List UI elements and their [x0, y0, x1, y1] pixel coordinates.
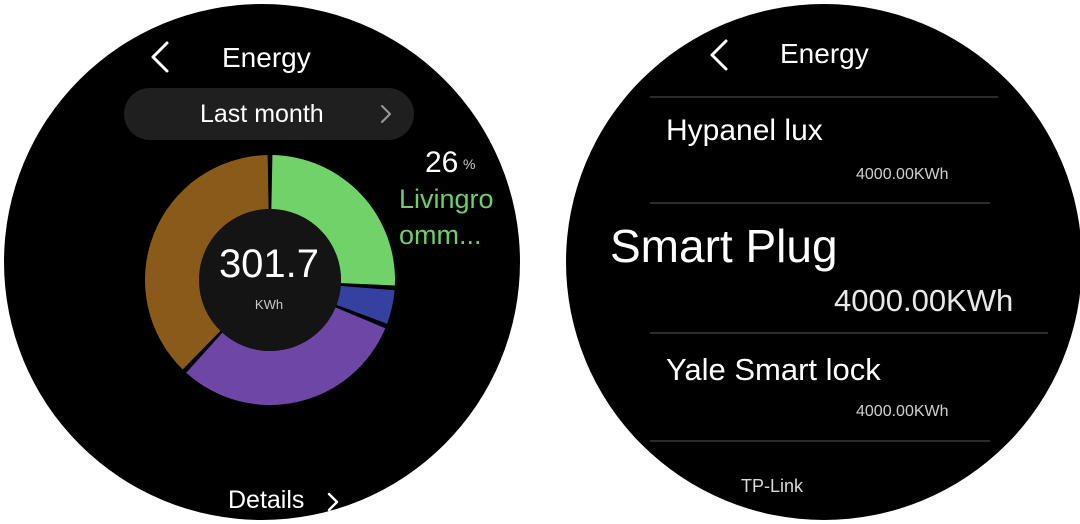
page-title: Energy	[780, 38, 869, 69]
total-energy-unit: KWh	[254, 297, 284, 312]
divider	[650, 332, 1048, 334]
divider	[650, 440, 990, 442]
device-list-screen: Energy Hypanel lux 4000.00KWh Smart Plug…	[566, 4, 1080, 520]
chevron-right-icon[interactable]	[326, 490, 340, 514]
device-name: Smart Plug	[610, 220, 838, 272]
device-energy-value: 4000.00KWh	[856, 166, 949, 183]
chevron-left-icon[interactable]	[706, 38, 732, 72]
highlight-room-name: Livingro	[399, 184, 494, 214]
device-name: Hypanel lux	[666, 114, 823, 147]
highlight-room-name-cont: omm...	[399, 220, 482, 250]
highlight-percent-symbol: %	[463, 156, 476, 172]
divider	[650, 96, 998, 98]
divider	[650, 202, 990, 204]
total-energy-value: 301.7	[218, 242, 320, 286]
energy-summary-screen: Energy Last month 301.7 KWh 26 % Livingr…	[4, 4, 520, 520]
device-energy-value: 4000.00KWh	[834, 283, 1014, 318]
device-name: TP-Link	[741, 476, 804, 496]
device-energy-value: 4000.00KWh	[856, 403, 949, 420]
highlight-percent: 26	[425, 146, 459, 179]
device-name: Yale Smart lock	[666, 352, 881, 387]
details-link[interactable]: Details	[228, 486, 304, 515]
